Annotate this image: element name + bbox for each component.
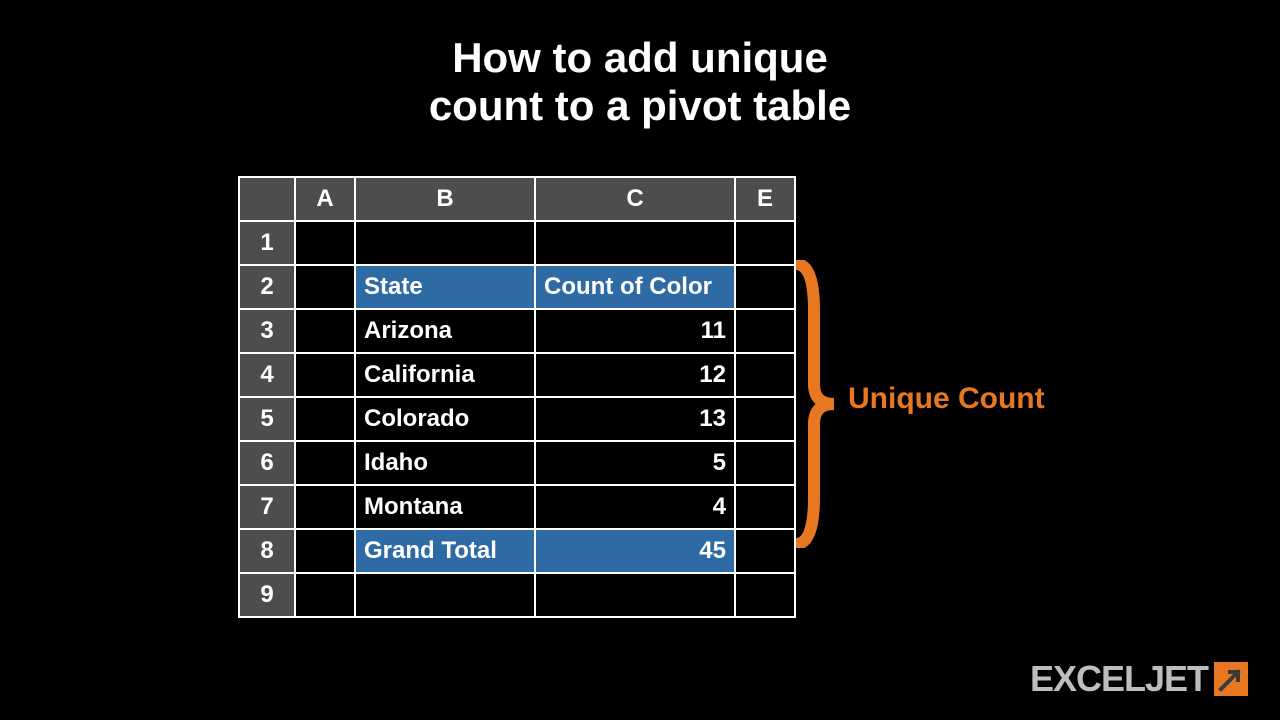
callout-label: Unique Count — [848, 382, 1045, 416]
row-9: 9 — [239, 573, 795, 617]
row-header-3: 3 — [239, 309, 295, 353]
logo-part2: JET — [1145, 658, 1208, 699]
cell-C9 — [535, 573, 735, 617]
row-3: 3 Arizona 11 — [239, 309, 795, 353]
cell-E2 — [735, 265, 795, 309]
row-header-5: 5 — [239, 397, 295, 441]
row-header-9: 9 — [239, 573, 295, 617]
cell-A8 — [295, 529, 355, 573]
cell-E8 — [735, 529, 795, 573]
row-header-1: 1 — [239, 221, 295, 265]
cell-A5 — [295, 397, 355, 441]
brace-icon — [796, 260, 836, 548]
pivot-header-count: Count of Color — [535, 265, 735, 309]
row-header-8: 8 — [239, 529, 295, 573]
cell-E3 — [735, 309, 795, 353]
cell-A1 — [295, 221, 355, 265]
cell-A4 — [295, 353, 355, 397]
row-2: 2 State Count of Color — [239, 265, 795, 309]
row-6: 6 Idaho 5 — [239, 441, 795, 485]
cell-E4 — [735, 353, 795, 397]
cell-B9 — [355, 573, 535, 617]
page-title: How to add unique count to a pivot table — [0, 0, 1280, 131]
pivot-count-4: 4 — [535, 485, 735, 529]
pivot-state-4: Montana — [355, 485, 535, 529]
logo-part1: EXCEL — [1030, 658, 1145, 699]
row-8: 8 Grand Total 45 — [239, 529, 795, 573]
logo-text: EXCELJET — [1030, 658, 1208, 700]
pivot-count-3: 5 — [535, 441, 735, 485]
row-4: 4 California 12 — [239, 353, 795, 397]
pivot-count-0: 11 — [535, 309, 735, 353]
pivot-header-state: State — [355, 265, 535, 309]
row-header-4: 4 — [239, 353, 295, 397]
cell-A3 — [295, 309, 355, 353]
col-header-C: C — [535, 177, 735, 221]
spreadsheet-grid: A B C E 1 2 State Count of Color 3 Arizo… — [238, 176, 796, 618]
cell-A2 — [295, 265, 355, 309]
cell-E9 — [735, 573, 795, 617]
title-line-1: How to add unique — [452, 34, 828, 81]
row-header-7: 7 — [239, 485, 295, 529]
cell-A9 — [295, 573, 355, 617]
row-1: 1 — [239, 221, 795, 265]
pivot-state-1: California — [355, 353, 535, 397]
row-header-2: 2 — [239, 265, 295, 309]
pivot-state-0: Arizona — [355, 309, 535, 353]
col-header-row: A B C E — [239, 177, 795, 221]
cell-E5 — [735, 397, 795, 441]
pivot-count-2: 13 — [535, 397, 735, 441]
pivot-total-value: 45 — [535, 529, 735, 573]
row-5: 5 Colorado 13 — [239, 397, 795, 441]
col-header-B: B — [355, 177, 535, 221]
cell-C1 — [535, 221, 735, 265]
pivot-total-label: Grand Total — [355, 529, 535, 573]
cell-E7 — [735, 485, 795, 529]
row-7: 7 Montana 4 — [239, 485, 795, 529]
pivot-count-1: 12 — [535, 353, 735, 397]
col-header-E: E — [735, 177, 795, 221]
row-header-6: 6 — [239, 441, 295, 485]
corner-cell — [239, 177, 295, 221]
cell-E1 — [735, 221, 795, 265]
arrow-box-icon — [1214, 662, 1248, 696]
title-line-2: count to a pivot table — [429, 82, 851, 129]
pivot-state-2: Colorado — [355, 397, 535, 441]
pivot-state-3: Idaho — [355, 441, 535, 485]
cell-E6 — [735, 441, 795, 485]
cell-A7 — [295, 485, 355, 529]
col-header-A: A — [295, 177, 355, 221]
brand-logo: EXCELJET — [1030, 658, 1248, 700]
cell-B1 — [355, 221, 535, 265]
cell-A6 — [295, 441, 355, 485]
